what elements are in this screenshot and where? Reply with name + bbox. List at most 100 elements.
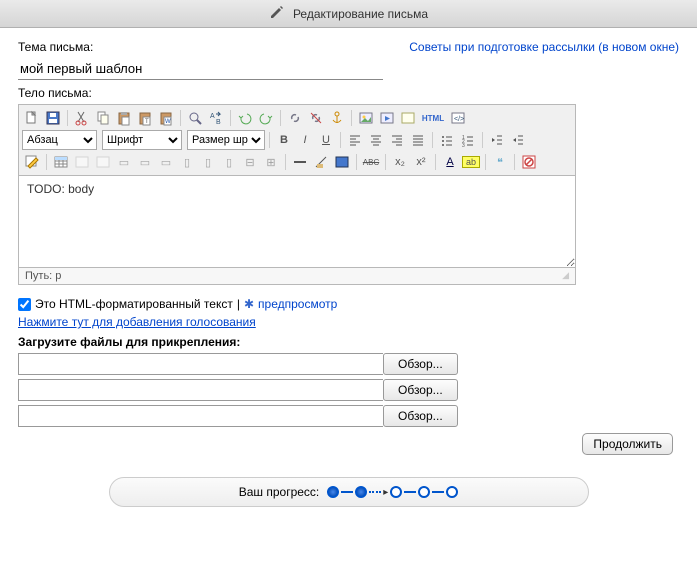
page-header: Редактирование письма <box>0 0 697 28</box>
star-icon: ✱ <box>244 297 254 311</box>
step-3-icon <box>390 486 402 498</box>
editor-toolbar: T W AB HTML </> Абзац Шрифт Размер шри <box>18 104 576 176</box>
strike-button[interactable]: ABC <box>361 152 381 172</box>
step-connector <box>341 491 353 493</box>
copy-icon[interactable] <box>93 108 113 128</box>
html-format-label: Это HTML-форматированный текст <box>35 297 233 311</box>
table-icon[interactable] <box>51 152 71 172</box>
merge-cell-icon[interactable]: ⊞ <box>261 152 281 172</box>
redo-icon[interactable] <box>256 108 276 128</box>
blockquote-button[interactable]: ❝ <box>490 152 510 172</box>
step-5-icon <box>446 486 458 498</box>
preview-link[interactable]: предпросмотр <box>258 297 337 311</box>
col-before-icon[interactable]: ▯ <box>177 152 197 172</box>
arrow-icon: ▸ <box>383 487 388 498</box>
anchor-icon[interactable] <box>327 108 347 128</box>
bg-color-button[interactable]: ab <box>461 152 481 172</box>
body-label: Тело письма: <box>18 86 679 100</box>
step-2-icon <box>355 486 367 498</box>
row-delete-icon[interactable]: ▭ <box>156 152 176 172</box>
number-list-icon[interactable]: 123 <box>458 130 478 150</box>
svg-text:A: A <box>210 113 215 120</box>
tips-link[interactable]: Советы при подготовке рассылки (в новом … <box>409 40 679 54</box>
paste-word-icon[interactable]: W <box>156 108 176 128</box>
split-cell-icon[interactable]: ⊟ <box>240 152 260 172</box>
file-row-3: Обзор... <box>18 405 679 427</box>
separator: | <box>237 297 240 311</box>
step-1-icon <box>327 486 339 498</box>
progress-steps: ▸ <box>327 486 458 498</box>
outdent-icon[interactable] <box>487 130 507 150</box>
underline-button[interactable]: U <box>316 130 336 150</box>
page-title: Редактирование письма <box>293 7 428 21</box>
file-input-1[interactable] <box>18 353 383 375</box>
subject-input[interactable] <box>18 58 383 80</box>
bullet-list-icon[interactable] <box>437 130 457 150</box>
progress-label: Ваш прогресс: <box>239 485 320 499</box>
svg-text:T: T <box>145 119 149 125</box>
table-props-icon[interactable] <box>72 152 92 172</box>
newdoc-icon[interactable] <box>22 108 42 128</box>
text-color-button[interactable]: A <box>440 152 460 172</box>
html-button[interactable]: HTML <box>419 108 447 128</box>
link-icon[interactable] <box>285 108 305 128</box>
svg-text:W: W <box>165 119 171 125</box>
step-4-icon <box>418 486 430 498</box>
file-row-2: Обзор... <box>18 379 679 401</box>
add-voting-link[interactable]: Нажмите тут для добавления голосования <box>18 315 256 329</box>
svg-text:B: B <box>216 119 221 126</box>
continue-button[interactable]: Продолжить <box>582 433 673 455</box>
col-after-icon[interactable]: ▯ <box>198 152 218 172</box>
stop-icon[interactable] <box>519 152 539 172</box>
size-select[interactable]: Размер шри <box>187 130 265 150</box>
svg-text:3: 3 <box>462 143 465 148</box>
replace-icon[interactable]: AB <box>206 108 226 128</box>
file-input-3[interactable] <box>18 405 383 427</box>
align-left-icon[interactable] <box>345 130 365 150</box>
col-delete-icon[interactable]: ▯ <box>219 152 239 172</box>
file-row-1: Обзор... <box>18 353 679 375</box>
align-center-icon[interactable] <box>366 130 386 150</box>
code-icon[interactable]: </> <box>448 108 468 128</box>
font-select[interactable]: Шрифт <box>102 130 182 150</box>
hr-icon[interactable] <box>290 152 310 172</box>
browse-button-3[interactable]: Обзор... <box>383 405 458 427</box>
remove-format-icon[interactable] <box>311 152 331 172</box>
browse-button-2[interactable]: Обзор... <box>383 379 458 401</box>
undo-icon[interactable] <box>235 108 255 128</box>
progress-bar: Ваш прогресс: ▸ <box>109 477 589 507</box>
browse-button-1[interactable]: Обзор... <box>383 353 458 375</box>
align-justify-icon[interactable] <box>408 130 428 150</box>
bold-button[interactable]: B <box>274 130 294 150</box>
save-icon[interactable] <box>43 108 63 128</box>
svg-text:</>: </> <box>454 116 464 123</box>
media-icon[interactable] <box>377 108 397 128</box>
align-right-icon[interactable] <box>387 130 407 150</box>
edit-icon <box>269 4 285 23</box>
resize-grip-icon[interactable]: ◢ <box>562 270 569 282</box>
row-after-icon[interactable]: ▭ <box>135 152 155 172</box>
superscript-button[interactable]: x² <box>411 152 431 172</box>
upload-label: Загрузите файлы для прикрепления: <box>18 335 679 349</box>
paste-icon[interactable] <box>114 108 134 128</box>
subject-label: Тема письма: <box>18 40 93 54</box>
html-format-checkbox[interactable] <box>18 298 31 311</box>
italic-button[interactable]: I <box>295 130 315 150</box>
step-connector <box>432 491 444 493</box>
format-select[interactable]: Абзац <box>22 130 97 150</box>
unlink-icon[interactable] <box>306 108 326 128</box>
find-icon[interactable] <box>185 108 205 128</box>
image-icon[interactable] <box>356 108 376 128</box>
cut-icon[interactable] <box>72 108 92 128</box>
editor-body[interactable]: TODO: body <box>18 176 576 268</box>
embed-icon[interactable] <box>398 108 418 128</box>
subscript-button[interactable]: x₂ <box>390 152 410 172</box>
row-before-icon[interactable]: ▭ <box>114 152 134 172</box>
show-blocks-icon[interactable] <box>332 152 352 172</box>
step-connector <box>369 491 381 493</box>
cell-props-icon[interactable] <box>93 152 113 172</box>
layer-icon[interactable] <box>22 152 42 172</box>
paste-text-icon[interactable]: T <box>135 108 155 128</box>
file-input-2[interactable] <box>18 379 383 401</box>
indent-icon[interactable] <box>508 130 528 150</box>
